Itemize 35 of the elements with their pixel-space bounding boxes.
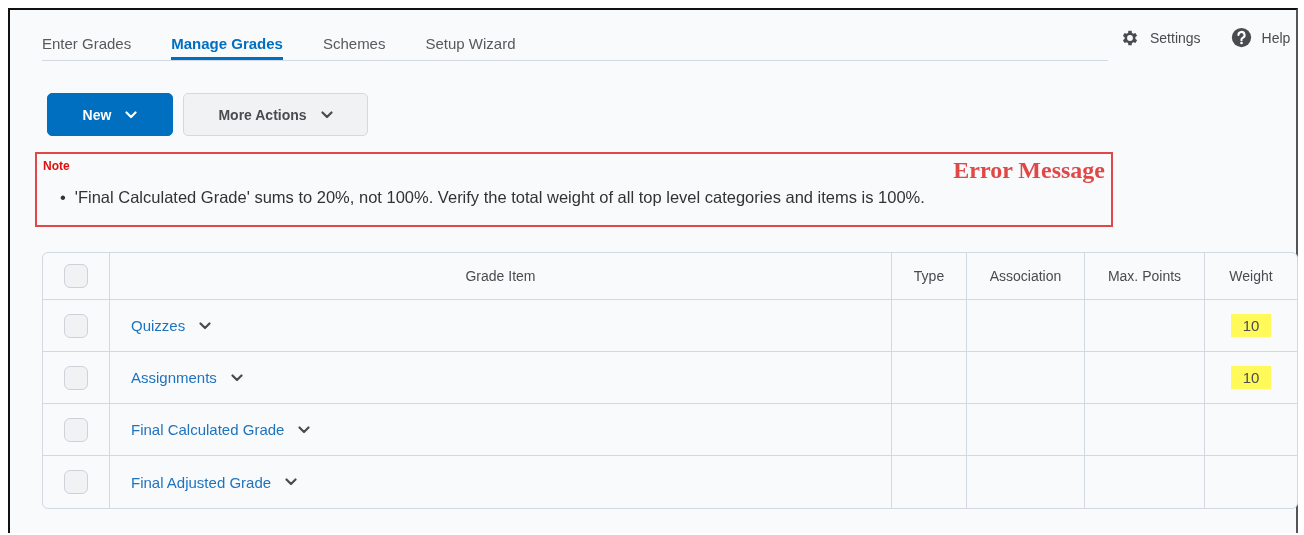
chevron-down-icon bbox=[298, 425, 311, 434]
error-text: 'Final Calculated Grade' sums to 20%, not 100%. Verify the total weight of all top level categories and items is 100%. bbox=[74, 187, 925, 208]
column-header: Max. Points bbox=[1107, 268, 1182, 284]
weight-value: 10 bbox=[1230, 366, 1272, 389]
more-actions-button[interactable]: More Actions bbox=[183, 93, 368, 136]
help-link[interactable]: Help bbox=[1261, 29, 1291, 46]
grade-item-link[interactable]: Final Calculated Grade bbox=[131, 421, 285, 438]
checkbox[interactable] bbox=[64, 264, 88, 288]
column-header: Association bbox=[989, 268, 1062, 284]
note-title: Note bbox=[43, 159, 70, 173]
annotation-label: Error Message bbox=[953, 157, 1105, 184]
tab[interactable]: Manage Grades bbox=[171, 10, 283, 60]
column-header: Type bbox=[913, 268, 945, 284]
checkbox[interactable] bbox=[64, 417, 88, 442]
chevron-down-icon bbox=[320, 110, 333, 119]
checkbox[interactable] bbox=[64, 470, 88, 494]
tab[interactable]: Schemes bbox=[322, 10, 386, 60]
new-button[interactable]: New bbox=[47, 93, 173, 136]
grade-item-link[interactable]: Quizzes bbox=[131, 317, 186, 334]
grade-item-link[interactable]: Assignments bbox=[131, 369, 217, 386]
chevron-down-icon bbox=[285, 478, 298, 486]
column-header: Grade Item bbox=[465, 268, 536, 284]
chevron-down-icon bbox=[199, 321, 212, 330]
checkbox[interactable] bbox=[64, 313, 88, 338]
settings-link[interactable]: Settings bbox=[1150, 29, 1201, 46]
column-header: Weight bbox=[1229, 268, 1273, 284]
bullet: • bbox=[60, 187, 66, 208]
chevron-down-icon bbox=[230, 373, 243, 382]
chevron-down-icon bbox=[125, 110, 138, 119]
weight-value: 10 bbox=[1230, 314, 1272, 337]
tab[interactable]: Enter Grades bbox=[42, 10, 132, 60]
help-icon bbox=[1230, 27, 1252, 48]
tab[interactable]: Setup Wizard bbox=[425, 10, 516, 60]
checkbox[interactable] bbox=[64, 365, 88, 390]
grade-item-link[interactable]: Final Adjusted Grade bbox=[131, 473, 272, 491]
